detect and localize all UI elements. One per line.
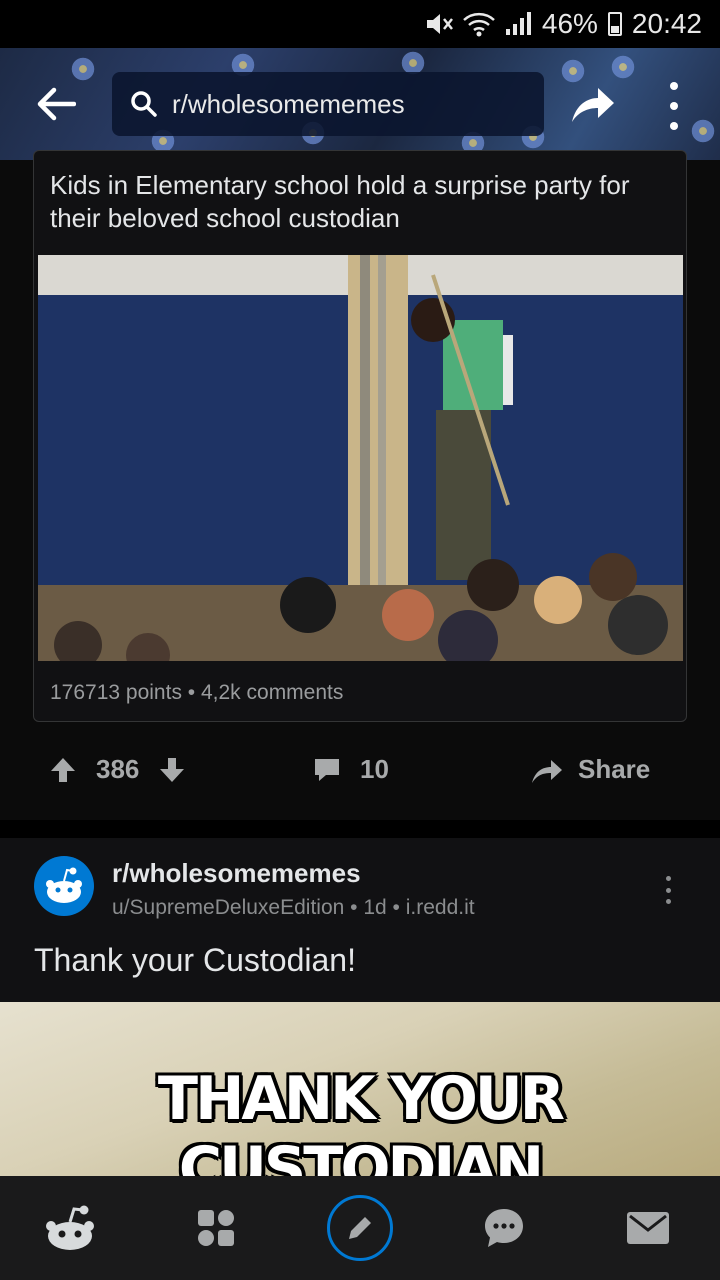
search-icon [131, 91, 157, 117]
comment-icon [315, 758, 339, 781]
home-icon [46, 1205, 94, 1250]
compose-button[interactable] [327, 1195, 393, 1261]
meta-separator: • [187, 681, 201, 704]
nav-compose[interactable] [288, 1176, 432, 1280]
subreddit-avatar[interactable] [34, 856, 94, 916]
status-icons [424, 10, 532, 38]
post-byline: u/SupremeDeluxeEdition • 1d • i.redd.it [112, 896, 475, 920]
crosspost-media[interactable] [38, 255, 683, 661]
subreddit-header: r/wholesomememes [0, 48, 720, 160]
battery-percent: 46% [541, 8, 598, 39]
share-arrow-icon [572, 88, 614, 122]
arrow-left-icon [37, 87, 76, 121]
comments-count: 4,2k comments [200, 681, 344, 704]
crosspost-meta: 176713 points • 4,2k comments [50, 681, 343, 705]
nav-communities[interactable] [144, 1176, 288, 1280]
communities-icon [198, 1210, 234, 1246]
gym-scene-image [38, 255, 683, 661]
battery-icon [607, 12, 622, 36]
chat-icon [485, 1209, 523, 1247]
bottom-navigation [0, 1176, 720, 1280]
inbox-icon [627, 1212, 669, 1244]
upvote-icon[interactable] [48, 755, 78, 785]
byline-separator: • [392, 896, 406, 919]
post-domain[interactable]: i.redd.it [406, 896, 475, 919]
post-action-bar: 386 10 Share [0, 740, 720, 804]
dot-icon [665, 876, 671, 881]
subreddit-name[interactable]: r/wholesomememes [112, 858, 361, 889]
feed-post[interactable]: r/wholesomememes u/SupremeDeluxeEdition … [0, 838, 720, 1178]
nav-inbox[interactable] [576, 1176, 720, 1280]
share-icon [532, 759, 562, 783]
mute-icon [426, 14, 453, 34]
overflow-menu-button[interactable] [660, 82, 688, 130]
byline-separator: • [350, 896, 364, 919]
dot-icon [670, 102, 678, 110]
share-subreddit-button[interactable] [568, 80, 616, 128]
meme-caption: THANK YOUR CUSTODIAN [157, 1064, 565, 1178]
nav-home[interactable] [0, 1176, 144, 1280]
dot-icon [665, 899, 671, 904]
post-author[interactable]: u/SupremeDeluxeEdition [112, 896, 344, 919]
back-button[interactable] [32, 78, 80, 130]
post-divider [0, 820, 720, 838]
post-image[interactable]: THANK YOUR CUSTODIAN [0, 1002, 720, 1178]
post-age: 1d [363, 896, 387, 919]
downvote-icon[interactable] [157, 755, 187, 785]
share-label: Share [578, 754, 651, 784]
vote-score: 386 [96, 754, 140, 784]
share-button[interactable]: Share [530, 754, 650, 785]
dot-icon [665, 887, 671, 893]
dot-icon [670, 122, 678, 130]
search-bar[interactable]: r/wholesomememes [112, 72, 544, 136]
crosspost-title: Kids in Elementary school hold a surpris… [50, 170, 630, 233]
comments-label: 10 [360, 754, 389, 784]
signal-icon [505, 12, 531, 35]
clock: 20:42 [631, 8, 702, 39]
dot-icon [670, 82, 678, 90]
nav-chat[interactable] [432, 1176, 576, 1280]
points-count: 176713 points [50, 681, 182, 704]
post-title[interactable]: Thank your Custodian! [34, 942, 356, 979]
crosspost-card[interactable]: Kids in Elementary school hold a surpris… [33, 150, 687, 722]
search-text: r/wholesomememes [172, 88, 405, 119]
vote-group: 386 [48, 754, 187, 785]
post-options-button[interactable] [664, 876, 672, 904]
wifi-icon [463, 12, 495, 37]
status-bar: 46% 20:42 [0, 0, 720, 48]
snoo-icon [46, 867, 82, 903]
comments-button[interactable]: 10 [312, 754, 389, 785]
pencil-icon [349, 1217, 371, 1239]
